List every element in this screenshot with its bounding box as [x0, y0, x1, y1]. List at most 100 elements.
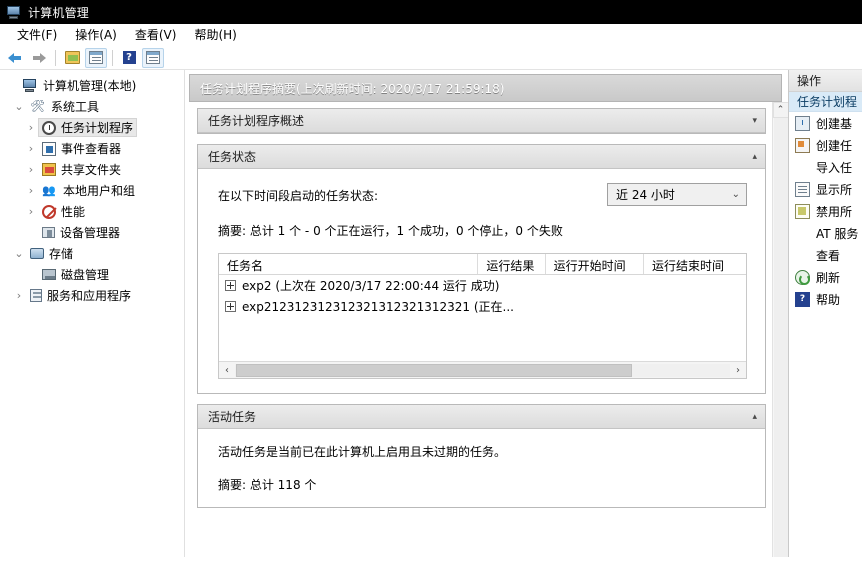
- action-view[interactable]: 查看: [789, 244, 862, 266]
- scroll-left-icon[interactable]: ‹: [219, 365, 235, 376]
- back-icon: [7, 51, 23, 65]
- action-create-task[interactable]: 创建任: [789, 134, 862, 156]
- center-pane: 任务计划程序摘要(上次刷新时间: 2020/3/17 21:59:18) 任务计…: [185, 70, 788, 557]
- tree-item-label: 共享文件夹: [61, 163, 122, 177]
- expander-icon[interactable]: ›: [12, 290, 26, 301]
- panel-overview: 任务计划程序概述 ▾: [197, 108, 766, 134]
- action-label: AT 服务: [816, 226, 859, 241]
- menu-action[interactable]: 操作(A): [66, 24, 126, 45]
- scrollbar-thumb[interactable]: [236, 363, 632, 377]
- table-row[interactable]: exp2 (上次在 2020/3/17 22:00:44 运行 成功): [219, 275, 746, 296]
- panel-task-status-title: 任务状态: [208, 150, 257, 164]
- action-at-service-account[interactable]: AT 服务: [789, 222, 862, 244]
- column-header-run-start[interactable]: 运行开始时间: [546, 254, 645, 274]
- tree-item-label: 计算机管理(本地): [43, 79, 137, 93]
- column-header-task-name[interactable]: 任务名: [219, 254, 479, 274]
- help-icon: ?: [122, 51, 136, 64]
- tree-item-label: 设备管理器: [60, 226, 121, 240]
- action-import-task[interactable]: 导入任: [789, 156, 862, 178]
- task-name-cell: exp212312312312321312321312321 (正在...: [242, 300, 514, 314]
- chevron-down-icon: ⌄: [731, 189, 740, 200]
- expander-icon[interactable]: ⌄: [12, 101, 26, 112]
- center-vertical-scrollbar[interactable]: ⌃: [772, 102, 788, 557]
- expander-icon[interactable]: ›: [24, 185, 38, 196]
- column-header-run-result[interactable]: 运行结果: [478, 254, 546, 274]
- expander-icon[interactable]: ⌄: [12, 248, 26, 259]
- time-period-dropdown[interactable]: 近 24 小时 ⌄: [607, 183, 747, 206]
- menu-view[interactable]: 查看(V): [126, 24, 186, 45]
- action-label: 创建基: [816, 116, 853, 131]
- expander-icon[interactable]: ›: [24, 206, 38, 217]
- back-button[interactable]: [4, 48, 26, 68]
- tree-item-shared-folders[interactable]: › 共享文件夹: [0, 159, 184, 180]
- scroll-right-icon[interactable]: ›: [730, 365, 746, 376]
- panel-active-tasks-header[interactable]: 活动任务 ▴: [198, 405, 765, 429]
- performance-icon: [42, 204, 56, 219]
- actions-pane: 操作 任务计划程 创建基 创建任 导入任 显示所 禁用所 AT 服务 查看 刷新…: [788, 70, 862, 557]
- show-list-icon: [89, 51, 103, 64]
- status-summary-text: 摘要: 总计 1 个 - 0 个正在运行，1 个成功，0 个停止，0 个失败: [218, 224, 563, 238]
- help-button[interactable]: ?: [118, 48, 140, 68]
- panel-overview-header[interactable]: 任务计划程序概述 ▾: [198, 109, 765, 133]
- action-disable-all-tasks-history[interactable]: 禁用所: [789, 200, 862, 222]
- up-folder-button[interactable]: [61, 48, 83, 68]
- table-row[interactable]: exp212312312312321312321312321 (正在...: [219, 296, 746, 317]
- tree-item-system-tools[interactable]: ⌄ 系统工具: [0, 96, 184, 117]
- menu-file[interactable]: 文件(F): [8, 24, 66, 45]
- action-label: 导入任: [816, 160, 853, 175]
- expander-icon[interactable]: ›: [24, 143, 38, 154]
- create-basic-task-icon: [795, 115, 810, 131]
- active-tasks-summary: 摘要: 总计 118 个: [218, 478, 317, 492]
- action-create-basic-task[interactable]: 创建基: [789, 112, 862, 134]
- tree-item-disk-management[interactable]: 磁盘管理: [0, 264, 184, 285]
- panel-active-tasks-body: 活动任务是当前已在此计算机上启用且未过期的任务。 摘要: 总计 118 个: [198, 429, 765, 507]
- tree-item-storage[interactable]: ⌄ 存储: [0, 243, 184, 264]
- chevron-up-icon[interactable]: ▴: [752, 152, 757, 162]
- column-header-run-end[interactable]: 运行结束时间: [644, 254, 746, 274]
- tree-item-label: 任务计划程序: [61, 121, 134, 135]
- tree-item-device-manager[interactable]: 设备管理器: [0, 222, 184, 243]
- computer-management-icon: [6, 5, 22, 20]
- tree-item-performance[interactable]: › 性能: [0, 201, 184, 222]
- show-pane-button[interactable]: [142, 47, 164, 68]
- forward-icon: [31, 51, 47, 65]
- expand-plus-icon[interactable]: [225, 280, 236, 291]
- panel-task-status-header[interactable]: 任务状态 ▴: [198, 145, 765, 169]
- scrollbar-track[interactable]: [773, 118, 788, 557]
- menu-bar: 文件(F) 操作(A) 查看(V) 帮助(H): [0, 24, 862, 46]
- status-period-label: 在以下时间段启动的任务状态:: [218, 189, 379, 203]
- scrollbar-track[interactable]: [235, 363, 730, 377]
- actions-group-header[interactable]: 任务计划程: [789, 92, 862, 112]
- tree-item-services-applications[interactable]: › 服务和应用程序: [0, 285, 184, 306]
- action-refresh[interactable]: 刷新: [789, 266, 862, 288]
- services-apps-icon: [30, 289, 42, 302]
- forward-button[interactable]: [28, 48, 50, 68]
- tree-item-event-viewer[interactable]: › 事件查看器: [0, 138, 184, 159]
- action-label: 禁用所: [816, 204, 853, 219]
- tree-item-local-users-groups[interactable]: › 本地用户和组: [0, 180, 184, 201]
- tree-item-label: 存储: [49, 247, 74, 261]
- grid-horizontal-scrollbar[interactable]: ‹ ›: [219, 361, 746, 378]
- menu-help[interactable]: 帮助(H): [185, 24, 245, 45]
- toolbar-separator-1: [55, 49, 56, 66]
- panel-task-status: 任务状态 ▴ 在以下时间段启动的任务状态: 近 24 小时 ⌄ 摘要: 总计 1…: [197, 144, 766, 394]
- tree-item-task-scheduler[interactable]: › 任务计划程序: [0, 117, 184, 138]
- refresh-icon: [795, 269, 810, 285]
- expand-plus-icon[interactable]: [225, 301, 236, 312]
- tree-item-root[interactable]: 计算机管理(本地): [0, 75, 184, 96]
- window-title: 计算机管理: [28, 5, 90, 20]
- scroll-up-icon[interactable]: ⌃: [772, 102, 788, 118]
- users-groups-icon: [42, 183, 58, 199]
- action-help[interactable]: 帮助: [789, 288, 862, 310]
- expander-icon[interactable]: ›: [24, 122, 38, 133]
- chevron-down-icon[interactable]: ▾: [752, 116, 757, 126]
- create-task-icon: [795, 137, 810, 153]
- chevron-up-icon[interactable]: ▴: [752, 412, 757, 422]
- help-icon: [795, 291, 810, 307]
- computer-icon: [22, 78, 38, 94]
- shared-folder-icon: [42, 163, 56, 176]
- tree-item-label: 系统工具: [51, 100, 100, 114]
- action-display-all-running-tasks[interactable]: 显示所: [789, 178, 862, 200]
- expander-icon[interactable]: ›: [24, 164, 38, 175]
- show-list-button[interactable]: [85, 47, 107, 68]
